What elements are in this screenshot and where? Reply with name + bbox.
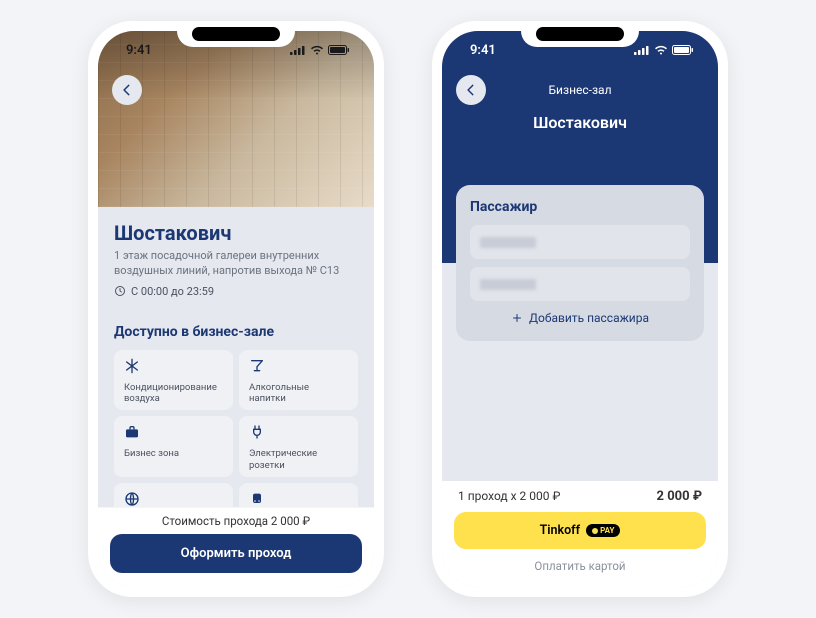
tinkoff-pay-button[interactable]: Tinkoff PAY	[454, 512, 706, 549]
bottom-bar: Стоимость прохода 2 000 ₽ Оформить прохо…	[98, 507, 374, 587]
tinkoff-pay-badge: PAY	[586, 524, 620, 537]
plug-icon	[249, 424, 265, 440]
checkout-button[interactable]: Оформить проход	[110, 534, 362, 573]
notch	[177, 21, 295, 47]
payment-footer: 1 проход x 2 000 ₽ 2 000 ₽ Tinkoff PAY О…	[442, 481, 718, 587]
clock-icon	[114, 285, 126, 297]
cocktail-icon	[249, 358, 265, 374]
passenger-name-input[interactable]	[470, 225, 690, 259]
briefcase-icon	[124, 424, 140, 440]
price-summary: 1 проход x 2 000 ₽ 2 000 ₽	[454, 489, 706, 512]
lounge-title: Шостакович	[114, 221, 358, 245]
summary-total: 2 000 ₽	[657, 489, 702, 504]
snowflake-icon	[124, 358, 140, 374]
status-time: 9:41	[470, 43, 496, 58]
add-passenger-button[interactable]: Добавить пассажира	[470, 311, 690, 325]
redacted-value	[480, 279, 536, 290]
phone-right: 9:41 Бизнес-зал Шостакович Пассажир Доба…	[432, 21, 728, 597]
arrow-left-icon	[464, 83, 478, 97]
wifi-icon	[654, 45, 668, 55]
redacted-value	[480, 237, 536, 248]
notch	[521, 21, 639, 47]
arrow-left-icon	[120, 83, 134, 97]
passenger-doc-input[interactable]	[470, 267, 690, 301]
pay-by-card-button[interactable]: Оплатить картой	[454, 549, 706, 573]
header-title: Шостакович	[442, 113, 718, 132]
back-button[interactable]	[456, 75, 486, 105]
passenger-card: Пассажир Добавить пассажира	[456, 185, 704, 341]
plus-icon	[511, 312, 523, 324]
amenity-business: Бизнес зона	[114, 416, 233, 477]
status-time: 9:41	[126, 43, 152, 58]
globe-icon	[124, 491, 140, 507]
signal-icon	[634, 45, 650, 55]
passenger-title: Пассажир	[470, 199, 690, 215]
lounge-hours: С 00:00 до 23:59	[114, 285, 358, 298]
wifi-icon	[310, 45, 324, 55]
battery-icon	[328, 45, 350, 55]
phone-left: 9:41 Шостакович 1 этаж посадочной галере…	[88, 21, 384, 597]
amenity-alcohol: Алкогольные напитки	[239, 350, 358, 411]
amenity-power: Электрические розетки	[239, 416, 358, 477]
amenities-title: Доступно в бизнес-зале	[114, 324, 358, 340]
tinkoff-label: Tinkoff	[540, 523, 580, 538]
train-icon	[249, 491, 265, 507]
back-button[interactable]	[112, 75, 142, 105]
battery-icon	[672, 45, 694, 55]
summary-line: 1 проход x 2 000 ₽	[458, 489, 560, 504]
lounge-location: 1 этаж посадочной галереи внутренних воз…	[114, 249, 358, 279]
price-label: Стоимость прохода 2 000 ₽	[110, 514, 362, 528]
amenity-ac: Кондиционирование воздуха	[114, 350, 233, 411]
signal-icon	[290, 45, 306, 55]
